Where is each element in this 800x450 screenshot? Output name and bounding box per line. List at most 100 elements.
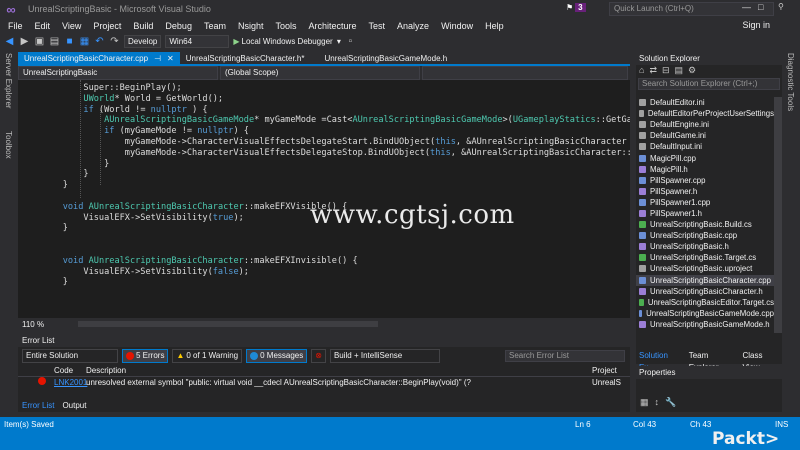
menu-analyze[interactable]: Analyze <box>391 21 435 31</box>
sign-in-link[interactable]: Sign in <box>742 20 770 30</box>
solution-item[interactable]: MagicPill.h <box>636 164 774 175</box>
menu-architecture[interactable]: Architecture <box>303 21 363 31</box>
code-line[interactable]: void AUnrealScriptingBasicCharacter::mak… <box>42 256 630 267</box>
diagnostic-tools-tab[interactable]: Diagnostic Tools <box>786 53 795 111</box>
solution-item[interactable]: PillSpawner.h <box>636 186 774 197</box>
build-filter-dropdown[interactable]: Build + IntelliSense <box>329 349 440 363</box>
messages-filter-button[interactable]: 0 Messages <box>246 349 308 363</box>
menu-window[interactable]: Window <box>435 21 479 31</box>
close-tab-icon[interactable]: ✕ <box>167 52 174 64</box>
code-text[interactable]: Super::BeginPlay(); UWorld* World = GetW… <box>42 83 630 288</box>
solution-item[interactable]: UnrealScriptingBasic.Target.cs <box>636 252 774 263</box>
solution-item[interactable]: PillSpawner.cpp <box>636 175 774 186</box>
solution-item[interactable]: UnrealScriptingBasic.uproject <box>636 263 774 274</box>
solution-item[interactable]: UnrealScriptingBasic.h <box>636 241 774 252</box>
open-file-icon[interactable]: ▤ <box>49 36 60 47</box>
code-line[interactable] <box>42 245 630 256</box>
solution-item[interactable]: DefaultGame.ini <box>636 130 774 141</box>
error-row[interactable]: LNK2001 unresolved external symbol "publ… <box>18 377 630 388</box>
code-line[interactable]: } <box>42 277 630 288</box>
properties-icon[interactable]: ⚙ <box>688 65 696 77</box>
menu-help[interactable]: Help <box>479 21 510 31</box>
solution-item[interactable]: DefaultInput.ini <box>636 141 774 152</box>
solution-item[interactable]: UnrealScriptingBasic.Build.cs <box>636 219 774 230</box>
scope-filter-dropdown[interactable]: Entire Solution <box>22 349 118 363</box>
collapse-icon[interactable]: ⊟ <box>662 65 670 77</box>
start-debugging-button[interactable]: ▶ Local Windows Debugger ▾ <box>233 37 341 46</box>
configuration-dropdown[interactable]: Develop <box>124 34 162 48</box>
menu-build[interactable]: Build <box>127 21 159 31</box>
menu-file[interactable]: File <box>2 21 29 31</box>
menu-nsight[interactable]: Nsight <box>232 21 270 31</box>
forward-icon[interactable]: ▶ <box>19 36 30 47</box>
code-line[interactable]: myGameMode->CharacterVisualEffectsDelega… <box>42 148 630 159</box>
column-code[interactable]: Code <box>54 365 86 376</box>
solution-item[interactable]: DefaultEditor.ini <box>636 97 774 108</box>
menu-test[interactable]: Test <box>363 21 392 31</box>
new-project-icon[interactable]: ▣ <box>34 36 45 47</box>
solution-search-input[interactable]: Search Solution Explorer (Ctrl+;) <box>638 78 780 90</box>
error-list-tab[interactable]: Error List <box>18 400 59 412</box>
solution-item[interactable]: DefaultEngine.ini <box>636 119 774 130</box>
member-dropdown[interactable] <box>422 66 628 80</box>
menu-team[interactable]: Team <box>198 21 232 31</box>
solution-item[interactable]: UnrealScriptingBasicEditor.Target.cs <box>636 297 774 308</box>
doc-tab-character-cpp[interactable]: UnrealScriptingBasicCharacter.cpp ⊣ ✕ <box>18 52 180 64</box>
solution-item[interactable]: PillSpawner1.cpp <box>636 197 774 208</box>
code-line[interactable]: } <box>42 180 630 191</box>
solution-item[interactable]: UnrealScriptingBasicGameMode.cpp <box>636 308 774 319</box>
error-code[interactable]: LNK2001 <box>54 377 87 388</box>
pin-icon[interactable]: ⊣ <box>154 52 161 64</box>
maximize-button[interactable]: □ <box>758 2 763 12</box>
solution-item[interactable]: DefaultEditorPerProjectUserSettings <box>636 108 774 119</box>
team-explorer-tab[interactable]: Team Explorer <box>686 350 740 372</box>
minimize-button[interactable]: — <box>742 2 751 12</box>
class-view-tab[interactable]: Class View <box>739 350 782 372</box>
menu-project[interactable]: Project <box>87 21 127 31</box>
solution-item[interactable]: PillSpawner1.h <box>636 208 774 219</box>
solution-item[interactable]: UnrealScriptingBasicCharacter.h <box>636 286 774 297</box>
code-line[interactable]: } <box>42 159 630 170</box>
solution-item[interactable]: UnrealScriptingBasicGameMode.h <box>636 319 774 330</box>
code-line[interactable]: } <box>42 169 630 180</box>
notifications[interactable]: ⚑ 3 <box>566 3 586 12</box>
back-icon[interactable]: ◀ <box>4 36 15 47</box>
toolbar-extra-icon[interactable]: ▫ <box>345 36 356 47</box>
column-description[interactable]: Description <box>86 365 592 376</box>
code-line[interactable]: VisualEFX->SetVisibility(false); <box>42 267 630 278</box>
warnings-filter-button[interactable]: ▲ 0 of 1 Warning <box>172 349 243 363</box>
column-project[interactable]: Project <box>592 365 617 376</box>
server-explorer-tab[interactable]: Server Explorer <box>4 53 13 109</box>
toolbox-tab[interactable]: Toolbox <box>4 131 13 159</box>
solution-explorer-tab[interactable]: Solution Ex... <box>636 350 686 372</box>
project-dropdown[interactable]: UnrealScriptingBasic <box>18 66 218 80</box>
redo-icon[interactable]: ↷ <box>109 36 120 47</box>
home-icon[interactable]: ⌂ <box>639 65 644 77</box>
categorized-icon[interactable]: ▦ <box>640 397 649 408</box>
undo-icon[interactable]: ↶ <box>94 36 105 47</box>
code-line[interactable]: if (myGameMode != nullptr) { <box>42 126 630 137</box>
save-icon[interactable]: ■ <box>64 36 75 47</box>
alphabetical-icon[interactable]: ↕ <box>655 397 660 408</box>
solution-scrollbar[interactable] <box>774 97 782 333</box>
doc-tab-gamemode-h[interactable]: UnrealScriptingBasicGameMode.h <box>318 52 453 64</box>
error-search-input[interactable]: Search Error List <box>505 350 625 362</box>
zoom-level[interactable]: 110 % <box>22 320 44 329</box>
output-tab[interactable]: Output <box>58 400 90 412</box>
solution-item[interactable]: UnrealScriptingBasic.cpp <box>636 230 774 241</box>
horizontal-scrollbar[interactable] <box>78 321 378 327</box>
menu-tools[interactable]: Tools <box>269 21 302 31</box>
solution-item[interactable]: MagicPill.cpp <box>636 152 774 163</box>
show-all-icon[interactable]: ▤ <box>675 65 684 77</box>
code-line[interactable] <box>42 234 630 245</box>
menu-view[interactable]: View <box>56 21 87 31</box>
property-pages-icon[interactable]: 🔧 <box>665 397 676 408</box>
code-line[interactable]: if (World != nullptr ) { <box>42 105 630 116</box>
doc-tab-character-h[interactable]: UnrealScriptingBasicCharacter.h* <box>180 52 311 64</box>
clear-filter-button[interactable]: ⊗ <box>311 349 326 363</box>
sync-icon[interactable]: ⇄ <box>649 65 657 77</box>
code-line[interactable]: UWorld* World = GetWorld(); <box>42 94 630 105</box>
menu-edit[interactable]: Edit <box>29 21 57 31</box>
solution-item[interactable]: UnrealScriptingBasicCharacter.cpp <box>636 274 774 286</box>
code-line[interactable]: myGameMode->CharacterVisualEffectsDelega… <box>42 137 630 148</box>
